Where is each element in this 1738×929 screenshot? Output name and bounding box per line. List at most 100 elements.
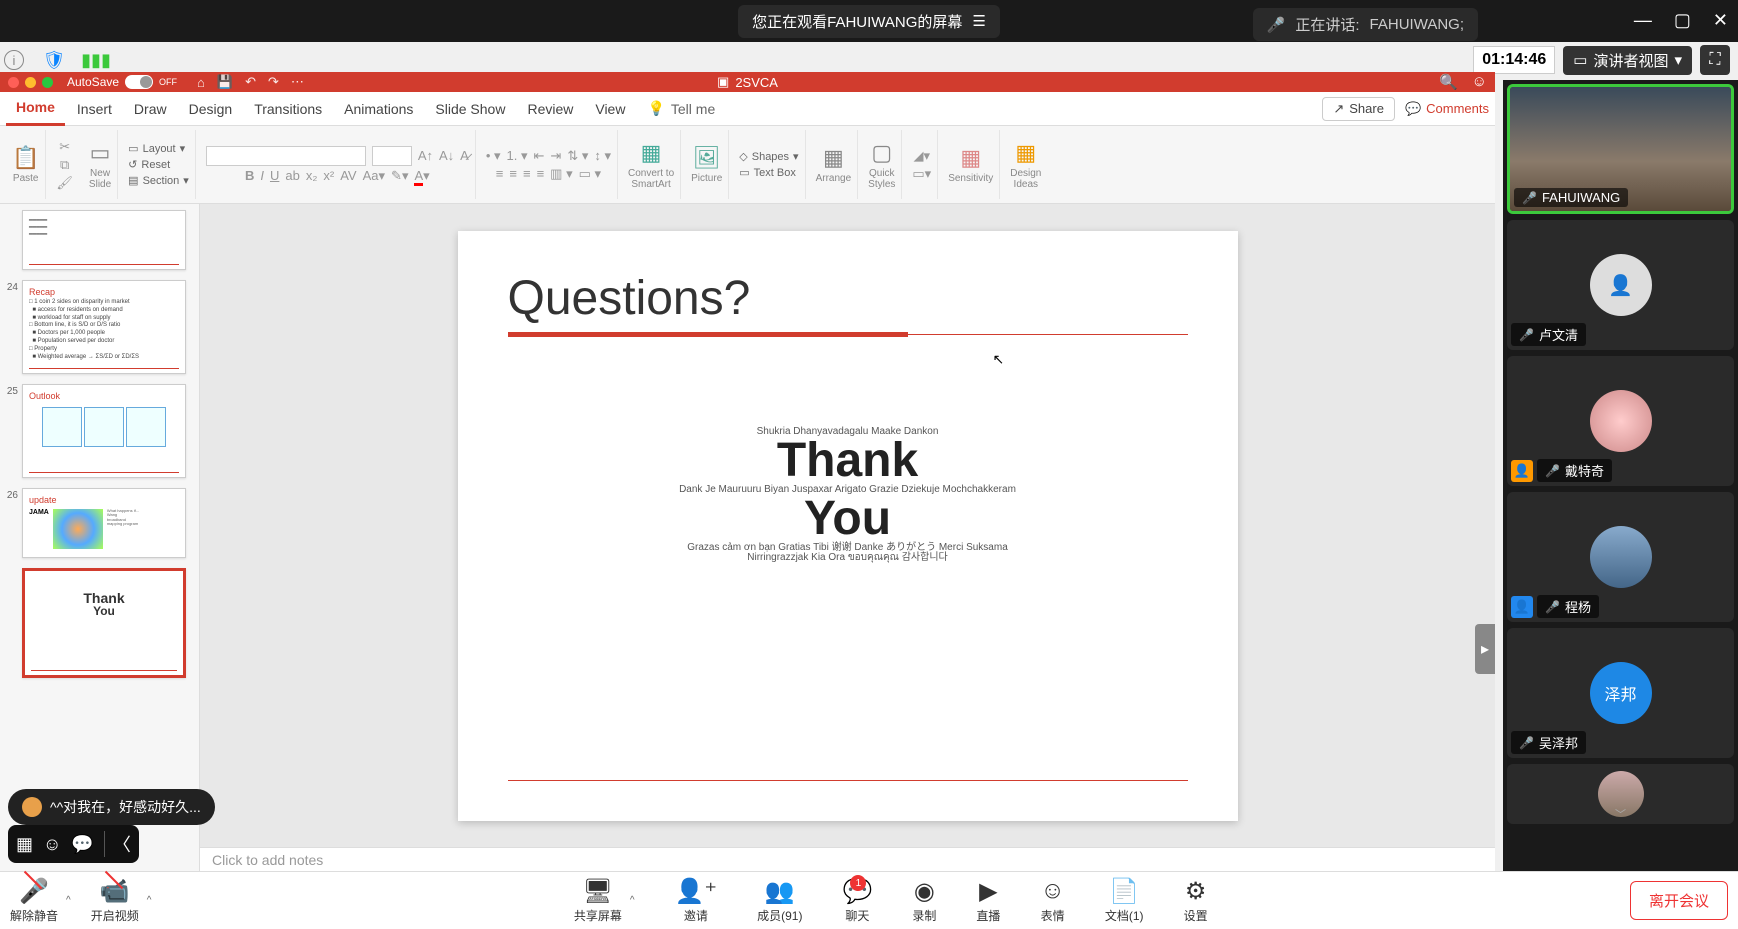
quick-styles-group[interactable]: ▢ Quick Styles	[862, 130, 902, 199]
bold-icon[interactable]: B	[245, 168, 254, 183]
textbox-button[interactable]: ▭ Text Box	[739, 166, 798, 179]
bullets-icon[interactable]: • ▾	[486, 148, 501, 164]
slide-thumbnail[interactable]: ━━━━━━━━━━━━━━━	[22, 210, 186, 270]
live-button[interactable]: ▶ 直播	[976, 877, 1000, 924]
video-tile[interactable]: 泽邦 🎤 吴泽邦	[1507, 628, 1734, 758]
section-button[interactable]: ▤ Section ▾	[128, 174, 189, 187]
emoji-icon[interactable]: ☺	[43, 834, 61, 855]
redo-icon[interactable]: ↷	[268, 74, 279, 90]
strike-icon[interactable]: ab	[285, 168, 299, 183]
cut-icon[interactable]: ✂	[59, 139, 70, 155]
chat-toast[interactable]: ^^对我在，好感动好久...	[8, 789, 215, 825]
share-button[interactable]: ↗ Share	[1322, 97, 1395, 121]
layout-button[interactable]: ▭ Layout ▾	[128, 142, 189, 155]
slide-thumbnail[interactable]: Recap □ 1 coin 2 sides on disparity in m…	[22, 280, 186, 374]
tab-slideshow[interactable]: Slide Show	[425, 93, 515, 125]
participants-button[interactable]: 👥 成员(91)	[757, 877, 802, 924]
indent-increase-icon[interactable]: ⇥	[550, 148, 561, 164]
minimize-dot-icon[interactable]	[25, 77, 36, 88]
viewing-menu-icon[interactable]: ☰	[972, 12, 985, 30]
shapes-button[interactable]: ◇ Shapes ▾	[739, 150, 798, 163]
sensitivity-group[interactable]: ▦ Sensitivity	[942, 130, 1000, 199]
chat-button[interactable]: 💬 1 聊天	[842, 877, 872, 924]
slide-thumbnails-panel[interactable]: ━━━━━━━━━━━━━━━ 24 Recap □ 1 coin 2 side…	[0, 204, 200, 871]
record-button[interactable]: ◉ 录制	[912, 877, 936, 924]
tab-view[interactable]: View	[585, 93, 635, 125]
thumbnail-row[interactable]: 26 update JAMA What happens if...Wangbro…	[4, 488, 195, 558]
thumbnail-row[interactable]: 25 Outlook	[4, 384, 195, 478]
participants-panel[interactable]: ︿ 🎤 FAHUIWANG 👤 🎤 卢文清 👤 🎤 戴特奇 👤 🎤 程杨 泽邦	[1503, 80, 1738, 871]
reactions-button[interactable]: ☺ 表情	[1040, 877, 1065, 924]
docs-button[interactable]: 📄 文档(1)	[1105, 877, 1144, 924]
undo-icon[interactable]: ↶	[245, 74, 256, 90]
maximize-icon[interactable]: ▢	[1674, 10, 1691, 31]
more-icon[interactable]: ⋯	[291, 74, 304, 90]
shrink-font-icon[interactable]: A↓	[439, 148, 454, 163]
current-slide[interactable]: Questions? Shukria Dhanyavadagalu Maake …	[458, 231, 1238, 821]
case-icon[interactable]: Aa▾	[363, 168, 385, 184]
tab-design[interactable]: Design	[179, 93, 243, 125]
poll-icon[interactable]: ▮▮▮	[84, 48, 108, 72]
autosave-toggle[interactable]: AutoSave OFF	[67, 75, 177, 89]
clear-format-icon[interactable]: A̷	[460, 148, 469, 163]
line-spacing-icon[interactable]: ⇅ ▾	[567, 148, 588, 164]
share-screen-button[interactable]: 🖥 共享屏幕	[574, 877, 622, 924]
tab-home[interactable]: Home	[6, 91, 65, 126]
reset-button[interactable]: ↺ Reset	[128, 158, 189, 171]
notes-pane[interactable]: Click to add notes	[200, 847, 1495, 871]
format-painter-icon[interactable]: 🖌	[56, 175, 73, 191]
smile-icon[interactable]: ☺	[1472, 73, 1487, 91]
maximize-dot-icon[interactable]	[42, 77, 53, 88]
comments-button[interactable]: 💬 Comments	[1405, 101, 1489, 117]
indent-decrease-icon[interactable]: ⇤	[534, 148, 545, 164]
invite-button[interactable]: 👤⁺ 邀请	[675, 877, 718, 924]
start-video-button[interactable]: 📹 开启视频	[91, 877, 139, 924]
slide-thumbnail[interactable]: Outlook	[22, 384, 186, 478]
align-right-icon[interactable]: ≡	[523, 166, 531, 181]
underline-icon[interactable]: U	[270, 168, 279, 183]
toggle-off-icon[interactable]	[125, 75, 153, 89]
thumbnail-row[interactable]: ━━━━━━━━━━━━━━━	[4, 210, 195, 270]
numbering-icon[interactable]: 1. ▾	[507, 148, 528, 164]
video-tile[interactable]: 👤 🎤 戴特奇	[1507, 356, 1734, 486]
slide-thumbnail[interactable]: update JAMA What happens if...Wangbroadb…	[22, 488, 186, 558]
video-tile[interactable]: 👤 🎤 卢文清	[1507, 220, 1734, 350]
font-size-select[interactable]	[372, 146, 412, 166]
shape-outline-icon[interactable]: ▭▾	[912, 166, 931, 182]
chevron-up-icon[interactable]: ^	[147, 895, 152, 906]
text-direction-icon[interactable]: ↕ ▾	[594, 148, 611, 164]
convert-smartart-group[interactable]: ▦ Convert to SmartArt	[622, 130, 681, 199]
new-slide-group[interactable]: ▭ New Slide	[83, 130, 118, 199]
save-icon[interactable]: 💾	[217, 74, 233, 90]
minimize-icon[interactable]: —	[1634, 10, 1652, 31]
view-mode-button[interactable]: ▭ 演讲者视图 ▾	[1563, 46, 1692, 75]
paste-group[interactable]: 📋 Paste	[6, 130, 46, 199]
leave-meeting-button[interactable]: 离开会议	[1630, 881, 1728, 920]
video-tile[interactable]: ﹀	[1507, 764, 1734, 824]
font-family-select[interactable]	[206, 146, 366, 166]
grow-font-icon[interactable]: A↑	[418, 148, 433, 163]
close-icon[interactable]: ✕	[1713, 10, 1728, 31]
chevron-up-icon[interactable]: ^	[66, 895, 71, 906]
chat-bubble-icon[interactable]: 💬	[71, 834, 93, 855]
char-spacing-icon[interactable]: AV	[340, 168, 356, 183]
fullscreen-button[interactable]: ⛶	[1700, 45, 1730, 75]
shield-icon[interactable]: 🛡	[42, 48, 66, 72]
align-text-icon[interactable]: ▭ ▾	[579, 166, 601, 182]
picture-group[interactable]: 🖼 Picture	[685, 130, 729, 199]
thumbnail-row[interactable]: Thank You	[4, 568, 195, 678]
side-panel-collapse-tab[interactable]: ▸	[1475, 624, 1495, 674]
highlight-icon[interactable]: ✎▾	[391, 168, 408, 184]
align-left-icon[interactable]: ≡	[496, 166, 504, 181]
tab-transitions[interactable]: Transitions	[244, 93, 332, 125]
superscript-icon[interactable]: x²	[323, 168, 334, 183]
tab-insert[interactable]: Insert	[67, 93, 122, 125]
font-color-icon[interactable]: A▾	[414, 168, 429, 184]
tab-animations[interactable]: Animations	[334, 93, 423, 125]
slide-thumbnail-active[interactable]: Thank You	[22, 568, 186, 678]
tab-draw[interactable]: Draw	[124, 93, 177, 125]
chevron-up-icon[interactable]: ^	[630, 895, 635, 906]
collapse-icon[interactable]: 〈	[104, 831, 131, 857]
video-tile[interactable]: ︿ 🎤 FAHUIWANG	[1507, 84, 1734, 214]
design-ideas-group[interactable]: ▦ Design Ideas	[1004, 130, 1047, 199]
